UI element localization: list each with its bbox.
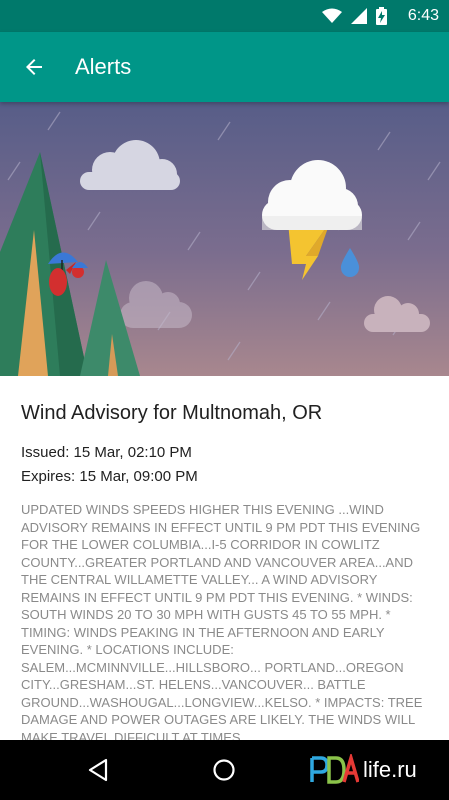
status-bar: 6:43 — [0, 0, 449, 32]
nav-home-button[interactable] — [208, 754, 240, 786]
navigation-bar: life.ru — [0, 740, 449, 800]
page-title: Alerts — [75, 54, 132, 79]
back-button[interactable] — [14, 47, 54, 87]
issued-time: Issued: 15 Mar, 02:10 PM — [21, 444, 192, 461]
battery-charging-icon — [376, 7, 387, 25]
alert-content[interactable]: Wind Advisory for Multnomah, OR Issued: … — [0, 376, 449, 740]
alert-body: UPDATED WINDS SPEEDS HIGHER THIS EVENING… — [21, 502, 423, 740]
status-time: 6:43 — [407, 7, 439, 24]
status-icons — [322, 7, 387, 25]
nav-back-button[interactable] — [82, 754, 114, 786]
wifi-icon — [322, 8, 342, 23]
cell-signal-icon — [351, 8, 367, 24]
arrow-back-icon — [26, 59, 42, 75]
nav-home-icon — [213, 759, 235, 781]
pda-logo-icon — [310, 754, 359, 784]
hero-illustration — [0, 102, 449, 376]
alert-title: Wind Advisory for Multnomah, OR — [21, 402, 323, 424]
watermark-text: life.ru — [363, 757, 417, 782]
watermark: life.ru — [309, 750, 417, 790]
app-bar: Alerts — [0, 32, 449, 102]
expires-time: Expires: 15 Mar, 09:00 PM — [21, 468, 198, 485]
nav-back-icon — [88, 758, 108, 782]
